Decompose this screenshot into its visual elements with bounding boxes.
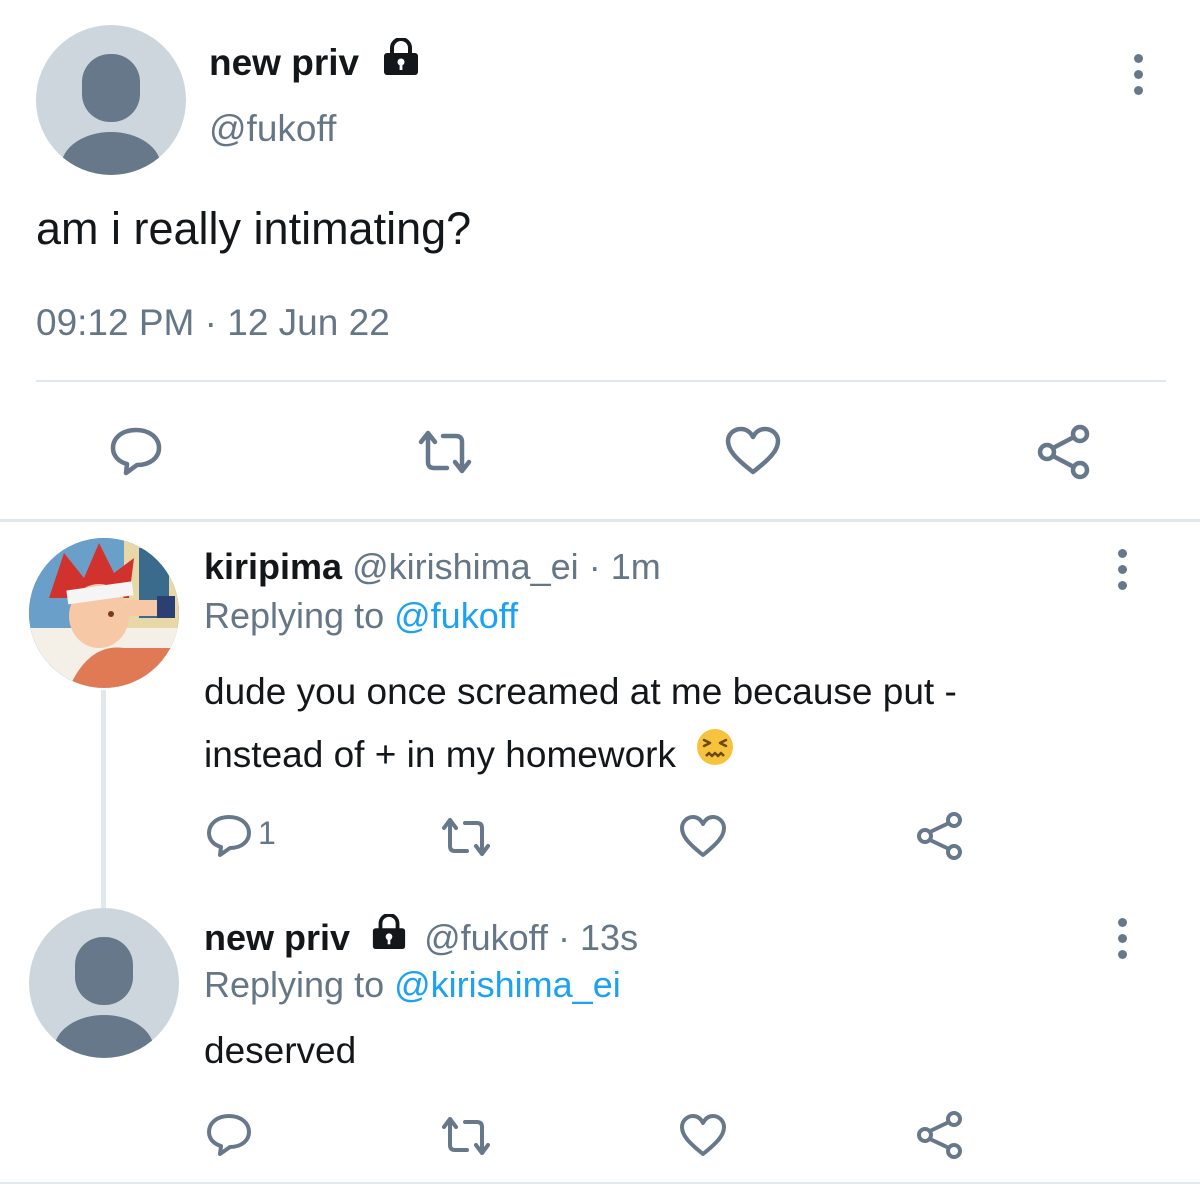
replying-to-link[interactable]: @kirishima_ei xyxy=(394,964,621,1005)
like-icon[interactable] xyxy=(678,813,728,859)
time-ago: · 13s xyxy=(558,917,639,958)
tweet-text-line: instead of + in my homework xyxy=(204,734,676,775)
reply-icon[interactable] xyxy=(205,813,253,859)
time-ago: · 1m xyxy=(588,546,661,587)
divider xyxy=(36,380,1166,382)
replying-to-link[interactable]: @fukoff xyxy=(394,595,518,636)
timestamp: 09:12 PM · 12 Jun 22 xyxy=(36,302,390,343)
handle[interactable]: @kirishima_ei xyxy=(352,546,579,587)
retweet-icon[interactable] xyxy=(413,428,477,476)
retweet-icon[interactable] xyxy=(438,1115,494,1157)
thread-line xyxy=(101,690,106,908)
reply-icon[interactable] xyxy=(108,425,164,477)
display-name[interactable]: kiripima xyxy=(204,546,342,587)
tweet-text-line: dude you once screamed at me because put… xyxy=(204,671,957,712)
lock-icon xyxy=(381,36,421,85)
avatar[interactable] xyxy=(29,908,179,1058)
display-name[interactable]: new priv xyxy=(209,42,359,83)
like-icon[interactable] xyxy=(723,424,783,478)
share-icon[interactable] xyxy=(914,809,966,861)
more-options-icon[interactable] xyxy=(1130,54,1146,95)
handle[interactable]: @fukoff xyxy=(424,917,548,958)
tweet-text: deserved xyxy=(204,1030,357,1071)
bottom-divider xyxy=(0,1182,1200,1184)
more-options-icon[interactable] xyxy=(1114,549,1130,590)
retweet-icon[interactable] xyxy=(438,816,494,858)
tweet-text: am i really intimating? xyxy=(36,203,472,254)
tweet-text: dude you once screamed at me because put… xyxy=(204,660,1124,786)
avatar[interactable] xyxy=(29,538,179,688)
lock-icon xyxy=(370,913,408,959)
handle[interactable]: @fukoff xyxy=(209,108,336,150)
share-icon[interactable] xyxy=(1034,421,1094,481)
display-name[interactable]: new priv xyxy=(204,917,350,958)
reply-icon[interactable] xyxy=(205,1112,253,1158)
replying-label: Replying to xyxy=(204,595,385,636)
avatar[interactable] xyxy=(36,25,186,175)
reply-count: 1 xyxy=(258,815,276,851)
like-icon[interactable] xyxy=(678,1112,728,1158)
replying-label: Replying to xyxy=(204,964,385,1005)
section-divider xyxy=(0,519,1200,522)
more-options-icon[interactable] xyxy=(1114,918,1130,959)
confounded-face-emoji xyxy=(696,722,734,785)
share-icon[interactable] xyxy=(914,1108,966,1160)
